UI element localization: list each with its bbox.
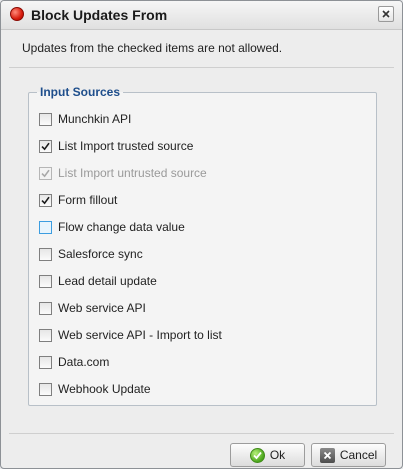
checkbox[interactable] [39, 382, 52, 396]
checkbox-label: Flow change data value [58, 220, 185, 234]
block-updates-dialog: Block Updates From Updates from the chec… [0, 0, 403, 469]
checkbox-label: Webhook Update [58, 382, 151, 396]
input-source-row[interactable]: Form fillout [39, 192, 117, 208]
checkbox[interactable] [39, 247, 52, 261]
ok-label: Ok [269, 448, 286, 462]
checkbox-label: Data.com [58, 355, 110, 369]
checkbox[interactable] [39, 301, 52, 315]
checkbox-label: Web service API - Import to list [58, 328, 222, 342]
input-source-row[interactable]: Munchkin API [39, 111, 131, 127]
checkbox[interactable] [39, 274, 52, 288]
checkbox-label: Lead detail update [58, 274, 157, 288]
footer-divider [9, 433, 394, 434]
input-source-row[interactable]: Lead detail update [39, 273, 157, 289]
intro-text: Updates from the checked items are not a… [22, 41, 283, 55]
close-button[interactable] [378, 6, 394, 22]
checkbox[interactable] [39, 112, 52, 126]
input-source-row[interactable]: Salesforce sync [39, 246, 143, 262]
cancel-label: Cancel [339, 448, 378, 462]
title-bar[interactable]: Block Updates From [1, 1, 402, 30]
checkbox-label: List Import trusted source [58, 139, 194, 153]
checkbox[interactable] [39, 355, 52, 369]
checkbox [39, 166, 52, 180]
checkbox-label: Munchkin API [58, 112, 132, 126]
input-source-row[interactable]: Webhook Update [39, 381, 151, 397]
divider [9, 67, 394, 68]
input-sources-legend: Input Sources [40, 85, 121, 99]
checkbox[interactable] [39, 220, 52, 234]
ok-button[interactable]: Ok [230, 443, 305, 467]
dialog-title: Block Updates From [31, 7, 168, 23]
checkbox-label: Web service API [58, 301, 146, 315]
input-source-row[interactable]: Data.com [39, 354, 109, 370]
cancel-button[interactable]: Cancel [311, 443, 386, 467]
checkbox-label: Form fillout [58, 193, 118, 207]
input-source-row: List Import untrusted source [39, 165, 207, 181]
stop-icon [10, 7, 24, 21]
input-source-row[interactable]: Flow change data value [39, 219, 185, 235]
input-source-row[interactable]: Web service API [39, 300, 146, 316]
checkbox[interactable] [39, 193, 52, 207]
checkbox[interactable] [39, 328, 52, 342]
checkbox-label: List Import untrusted source [58, 166, 207, 180]
input-source-row[interactable]: List Import trusted source [39, 138, 193, 154]
checkbox-label: Salesforce sync [58, 247, 143, 261]
input-source-row[interactable]: Web service API - Import to list [39, 327, 222, 343]
check-icon [249, 447, 265, 463]
cancel-icon [319, 447, 335, 463]
close-icon [382, 10, 390, 18]
checkbox[interactable] [39, 139, 52, 153]
